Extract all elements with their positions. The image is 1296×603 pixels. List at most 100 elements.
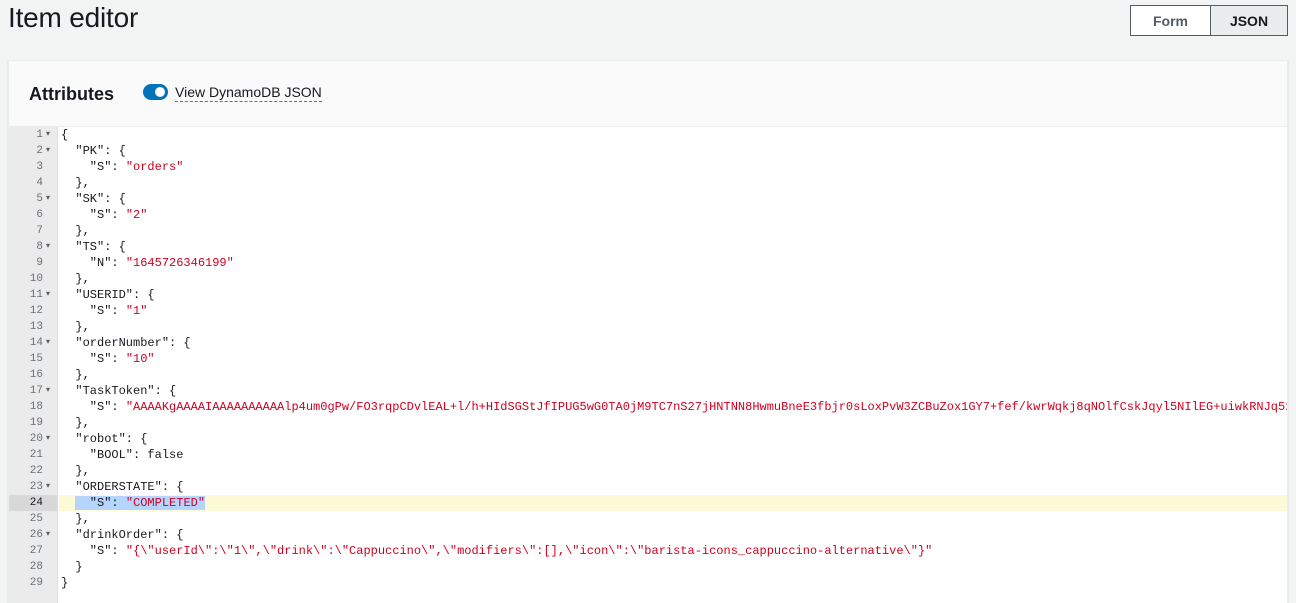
- json-string-token: "1645726346199": [125, 256, 234, 270]
- fold-toggle-icon[interactable]: ▾: [46, 127, 50, 143]
- line-number-text: 7: [36, 225, 43, 237]
- code-line[interactable]: },: [59, 511, 1287, 527]
- code-line[interactable]: "USERID": {: [59, 287, 1287, 303]
- fold-toggle-icon[interactable]: ▾: [46, 191, 50, 207]
- attributes-panel: Attributes View DynamoDB JSON 1 ▾ 2 ▾ 3 4 5 ▾ 6 7…: [8, 60, 1288, 603]
- code-line[interactable]: }: [59, 559, 1287, 575]
- panel-header: Attributes View DynamoDB JSON: [9, 61, 1287, 127]
- code-line[interactable]: "orderNumber": {: [59, 335, 1287, 351]
- line-number-text: 4: [36, 177, 43, 189]
- fold-toggle-icon[interactable]: ▾: [46, 287, 50, 303]
- code-line[interactable]: },: [59, 175, 1287, 191]
- fold-toggle-icon[interactable]: ▾: [46, 383, 50, 399]
- dynamodb-json-toggle[interactable]: [143, 84, 168, 100]
- json-code-editor[interactable]: 1 ▾ 2 ▾ 3 4 5 ▾ 6 7 8 ▾ 9 10 11 ▾ 12 13 14 ▾ 15 16 17 ▾ 18 19 20 ▾ 2…: [9, 127, 1287, 603]
- code-line[interactable]: {: [59, 127, 1287, 143]
- code-line[interactable]: "drinkOrder": {: [59, 527, 1287, 543]
- line-number-text: 12: [29, 305, 43, 317]
- code-line[interactable]: "S": "orders": [59, 159, 1287, 175]
- fold-toggle-icon[interactable]: ▾: [46, 527, 50, 543]
- json-token: "USERID": {: [61, 288, 155, 302]
- line-number-text: 22: [29, 465, 43, 477]
- json-token: "TS": {: [61, 240, 126, 254]
- line-number-text: 18: [29, 401, 43, 413]
- line-number-text: 19: [29, 417, 43, 429]
- code-line[interactable]: "S": "1": [59, 303, 1287, 319]
- line-number: 28: [9, 559, 57, 575]
- json-token: "S":: [61, 544, 126, 558]
- line-number: 15: [9, 351, 57, 367]
- code-line[interactable]: "N": "1645726346199": [59, 255, 1287, 271]
- json-token: },: [61, 512, 90, 526]
- json-token: "TaskToken": {: [61, 384, 177, 398]
- code-content[interactable]: { "PK": { "S": "orders" }, "SK": { "S": …: [59, 127, 1287, 603]
- line-number: 3: [9, 159, 57, 175]
- code-line[interactable]: "S": "AAAAKgAAAAIAAAAAAAAAAlp4um0gPw/FO3…: [59, 399, 1287, 415]
- line-number: 13: [9, 319, 57, 335]
- line-number-text: 28: [29, 561, 43, 573]
- code-line[interactable]: },: [59, 415, 1287, 431]
- line-number: 22: [9, 463, 57, 479]
- fold-toggle-icon[interactable]: ▾: [46, 143, 50, 159]
- json-token: "ORDERSTATE": {: [61, 480, 184, 494]
- fold-toggle-icon[interactable]: ▾: [46, 335, 50, 351]
- line-number: 23 ▾: [9, 479, 57, 495]
- code-line[interactable]: },: [59, 271, 1287, 287]
- code-line[interactable]: }: [59, 575, 1287, 591]
- json-token: "SK": {: [61, 192, 126, 206]
- line-number: 6: [9, 207, 57, 223]
- json-token: "BOOL": false: [61, 448, 184, 462]
- line-number: 21: [9, 447, 57, 463]
- line-number: 27: [9, 543, 57, 559]
- code-line[interactable]: },: [59, 463, 1287, 479]
- fold-toggle-icon[interactable]: ▾: [46, 239, 50, 255]
- line-number: 5 ▾: [9, 191, 57, 207]
- fold-toggle-icon[interactable]: ▾: [46, 431, 50, 447]
- code-line[interactable]: "ORDERSTATE": {: [59, 479, 1287, 495]
- line-number-text: 25: [29, 513, 43, 525]
- code-line[interactable]: },: [59, 223, 1287, 239]
- toggle-knob: [155, 87, 165, 97]
- form-view-button[interactable]: Form: [1131, 6, 1210, 35]
- code-line[interactable]: "PK": {: [59, 143, 1287, 159]
- json-string-token: "AAAAKgAAAAIAAAAAAAAAAlp4um0gPw/FO3rqpCD…: [125, 400, 1287, 414]
- code-line[interactable]: "SK": {: [59, 191, 1287, 207]
- json-view-button[interactable]: JSON: [1210, 6, 1287, 35]
- code-line[interactable]: "S": "10": [59, 351, 1287, 367]
- code-line[interactable]: "robot": {: [59, 431, 1287, 447]
- panel-title: Attributes: [29, 84, 114, 104]
- line-number: 1 ▾: [9, 127, 57, 143]
- dynamodb-json-toggle-label[interactable]: View DynamoDB JSON: [175, 84, 322, 102]
- json-token: "S":: [61, 208, 126, 222]
- json-token: {: [61, 128, 69, 142]
- json-string-token: "orders": [125, 160, 184, 174]
- view-mode-toggle: Form JSON: [1130, 5, 1288, 36]
- page-title: Item editor: [8, 2, 139, 33]
- json-token: "S":: [61, 304, 126, 318]
- fold-toggle-icon[interactable]: ▾: [46, 479, 50, 495]
- code-line[interactable]: "TaskToken": {: [59, 383, 1287, 399]
- json-token: },: [61, 272, 90, 286]
- code-line[interactable]: },: [59, 319, 1287, 335]
- json-token: }: [61, 576, 69, 590]
- line-number: 25: [9, 511, 57, 527]
- json-token: },: [61, 368, 90, 382]
- json-token: },: [61, 224, 90, 238]
- line-number: 7: [9, 223, 57, 239]
- json-string-token: "2": [125, 208, 148, 222]
- line-number-text: 17: [29, 385, 43, 397]
- code-line[interactable]: "BOOL": false: [59, 447, 1287, 463]
- line-number-text: 2: [36, 145, 43, 157]
- json-token: "S":: [61, 352, 126, 366]
- code-line[interactable]: "S": "COMPLETED": [59, 495, 1287, 511]
- line-number: 29: [9, 575, 57, 591]
- line-number-text: 11: [29, 289, 43, 301]
- code-line[interactable]: "S": "2": [59, 207, 1287, 223]
- line-number: 16: [9, 367, 57, 383]
- line-number-text: 27: [29, 545, 43, 557]
- line-number-text: 23: [29, 481, 43, 493]
- line-number-text: 5: [36, 193, 43, 205]
- code-line[interactable]: "TS": {: [59, 239, 1287, 255]
- code-line[interactable]: },: [59, 367, 1287, 383]
- code-line[interactable]: "S": "{\"userId\":\"1\",\"drink\":\"Capp…: [59, 543, 1287, 559]
